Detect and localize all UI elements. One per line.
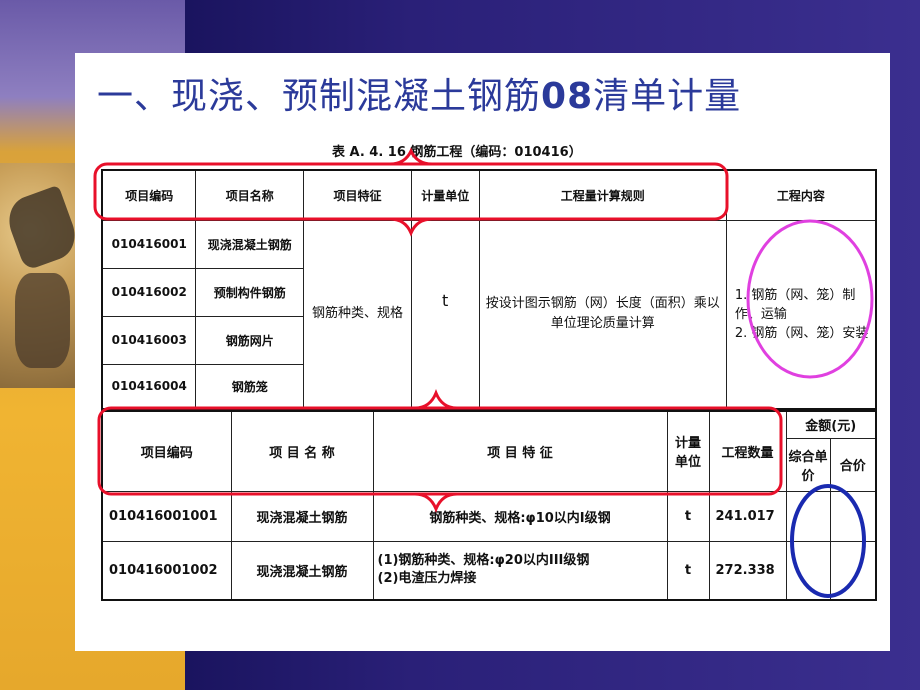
header-unit-price: 综合单价 [785,437,831,492]
table-row: 010416001 现浇混凝土钢筋 钢筋种类、规格 t 按设计图示钢筋（网）长度… [101,219,877,410]
unit-cell: t [410,219,480,410]
title-suffix: 清单计量 [593,76,742,117]
title-prefix: 一、现浇、预制混凝土钢筋 [97,76,542,117]
standard-table: 项目编码 项目名称 项目特征 计量单位 工程量计算规则 工程内容 0104160… [101,169,877,410]
header-rule: 工程量计算规则 [478,169,727,221]
row-qty: 272.338 [708,540,787,601]
tool-shape-2 [15,273,70,368]
header-total: 合价 [829,437,877,492]
row-unit: t [666,540,710,601]
table1-header-row: 项目编码 项目名称 项目特征 计量单位 工程量计算规则 工程内容 [101,169,877,221]
header-qty: 工程数量 [708,410,787,492]
table-caption: 表 A. 4. 16 钢筋工程（编码：010416） [332,145,582,160]
row-name: 钢筋网片 [195,315,305,365]
rule-cell: 按设计图示钢筋（网）长度（面积）乘以单位理论质量计算 [478,219,727,410]
header-code: 项目编码 [101,410,232,492]
header-feature: 项 目 特 征 [372,410,668,492]
row-total [829,490,877,542]
content-cell: 1. 钢筋（网、笼）制作、运输 2. 钢筋（网、笼）安装 [725,219,877,410]
row-code: 010416002 [101,267,197,317]
header-name: 项 目 名 称 [230,410,374,492]
content-line-2: 2. 钢筋（网、笼）安装 [734,325,869,341]
table-row: 010416001001 现浇混凝土钢筋 钢筋种类、规格:φ10以内Ⅰ级钢 t … [101,490,877,542]
header-content: 工程内容 [725,169,877,221]
row-qty: 241.017 [708,490,787,542]
row-unit-price [785,540,831,601]
row-code: 010416004 [101,363,197,410]
feature-cell: 钢筋种类、规格 [303,219,412,410]
bill-table: 项目编码 项 目 名 称 项 目 特 征 计量单位 工程数量 金额(元) 综合单… [101,410,877,601]
row-name: 现浇混凝土钢筋 [230,540,374,601]
header-code: 项目编码 [101,169,197,221]
row-code: 010416001002 [101,540,232,601]
row-code: 010416001 [101,219,197,269]
row-feature: (1)钢筋种类、规格:φ20以内III级钢 (2)电渣压力焊接 [372,540,668,601]
table2-header-row-1: 项目编码 项 目 名 称 项 目 特 征 计量单位 工程数量 金额(元) [101,410,877,492]
feature-line-2: (2)电渣压力焊接 [377,571,477,587]
rebar-photo [0,163,83,388]
header-unit: 计量单位 [666,410,710,492]
header-unit: 计量单位 [410,169,480,221]
header-name: 项目名称 [195,169,305,221]
row-code: 010416001001 [101,490,232,542]
row-feature: 钢筋种类、规格:φ10以内Ⅰ级钢 [372,490,668,542]
row-name: 预制构件钢筋 [195,267,305,317]
row-name: 现浇混凝土钢筋 [230,490,374,542]
content-line-1: 1. 钢筋（网、笼）制作、运输 [734,287,856,322]
row-name: 钢筋笼 [195,363,305,410]
row-unit: t [666,490,710,542]
row-total [829,540,877,601]
title-bold: 08 [541,76,594,117]
slide-content: 一、现浇、预制混凝土钢筋08清单计量 表 A. 4. 16 钢筋工程（编码：01… [75,53,890,651]
feature-line-1: (1)钢筋种类、规格:φ20以内III级钢 [377,553,590,569]
row-name: 现浇混凝土钢筋 [195,219,305,269]
table-row: 010416001002 现浇混凝土钢筋 (1)钢筋种类、规格:φ20以内III… [101,540,877,601]
tool-shape [1,184,83,272]
header-amount: 金额(元) [785,410,877,439]
row-code: 010416003 [101,315,197,365]
header-feature: 项目特征 [303,169,412,221]
row-unit-price [785,490,831,542]
slide-title: 一、现浇、预制混凝土钢筋08清单计量 [97,67,741,119]
